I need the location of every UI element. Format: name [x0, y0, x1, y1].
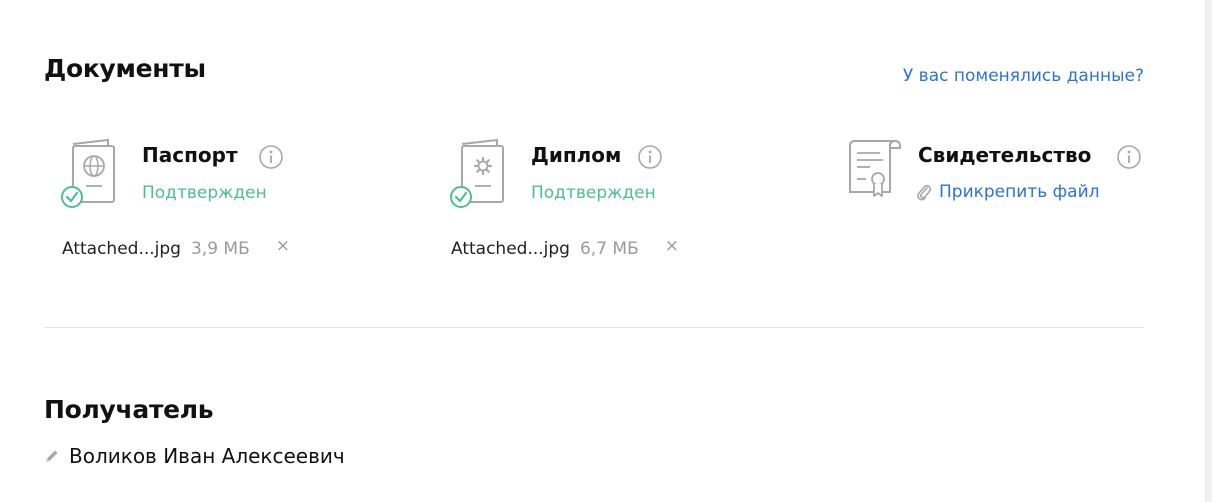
attached-file: Attached...jpg 6,7 МБ ×: [451, 238, 679, 259]
certificate-seal-icon: [849, 139, 901, 197]
info-circle-icon[interactable]: [259, 145, 283, 169]
info-circle-icon[interactable]: [638, 145, 662, 169]
file-name[interactable]: Attached...jpg: [451, 241, 570, 258]
data-changed-link[interactable]: У вас поменялись данные?: [903, 68, 1144, 85]
document-name: Свидетельство: [918, 143, 1092, 167]
document-name: Паспорт: [142, 143, 238, 167]
close-icon[interactable]: ×: [276, 238, 290, 255]
paperclip-icon: [917, 184, 932, 201]
section-divider: [44, 327, 1144, 328]
page: Документы У вас поменялись данные? Паспо…: [0, 0, 1212, 502]
check-circle-icon: [450, 186, 472, 208]
attach-file-button[interactable]: Прикрепить файл: [916, 183, 1100, 201]
close-icon[interactable]: ×: [665, 238, 679, 255]
recipient-row: Воликов Иван Алексеевич: [44, 446, 345, 466]
document-name: Диплом: [531, 143, 622, 167]
recipient-name: Воликов Иван Алексеевич: [69, 444, 345, 468]
attach-file-label: Прикрепить файл: [939, 181, 1100, 202]
status-confirmed: Подтвержден: [531, 183, 656, 203]
check-circle-icon: [61, 186, 83, 208]
file-size: 6,7 МБ: [579, 239, 639, 259]
documents-title: Документы: [44, 54, 206, 83]
scrollbar[interactable]: [1205, 0, 1212, 502]
diploma-gear-icon: [450, 138, 504, 208]
attached-file: Attached...jpg 3,9 МБ ×: [62, 238, 290, 259]
pencil-icon[interactable]: [44, 448, 60, 464]
file-name[interactable]: Attached...jpg: [62, 241, 181, 258]
status-confirmed: Подтвержден: [142, 183, 267, 203]
info-circle-icon[interactable]: [1117, 145, 1141, 169]
file-size: 3,9 МБ: [190, 239, 250, 259]
passport-globe-icon: [61, 138, 115, 208]
recipient-title: Получатель: [44, 395, 214, 424]
